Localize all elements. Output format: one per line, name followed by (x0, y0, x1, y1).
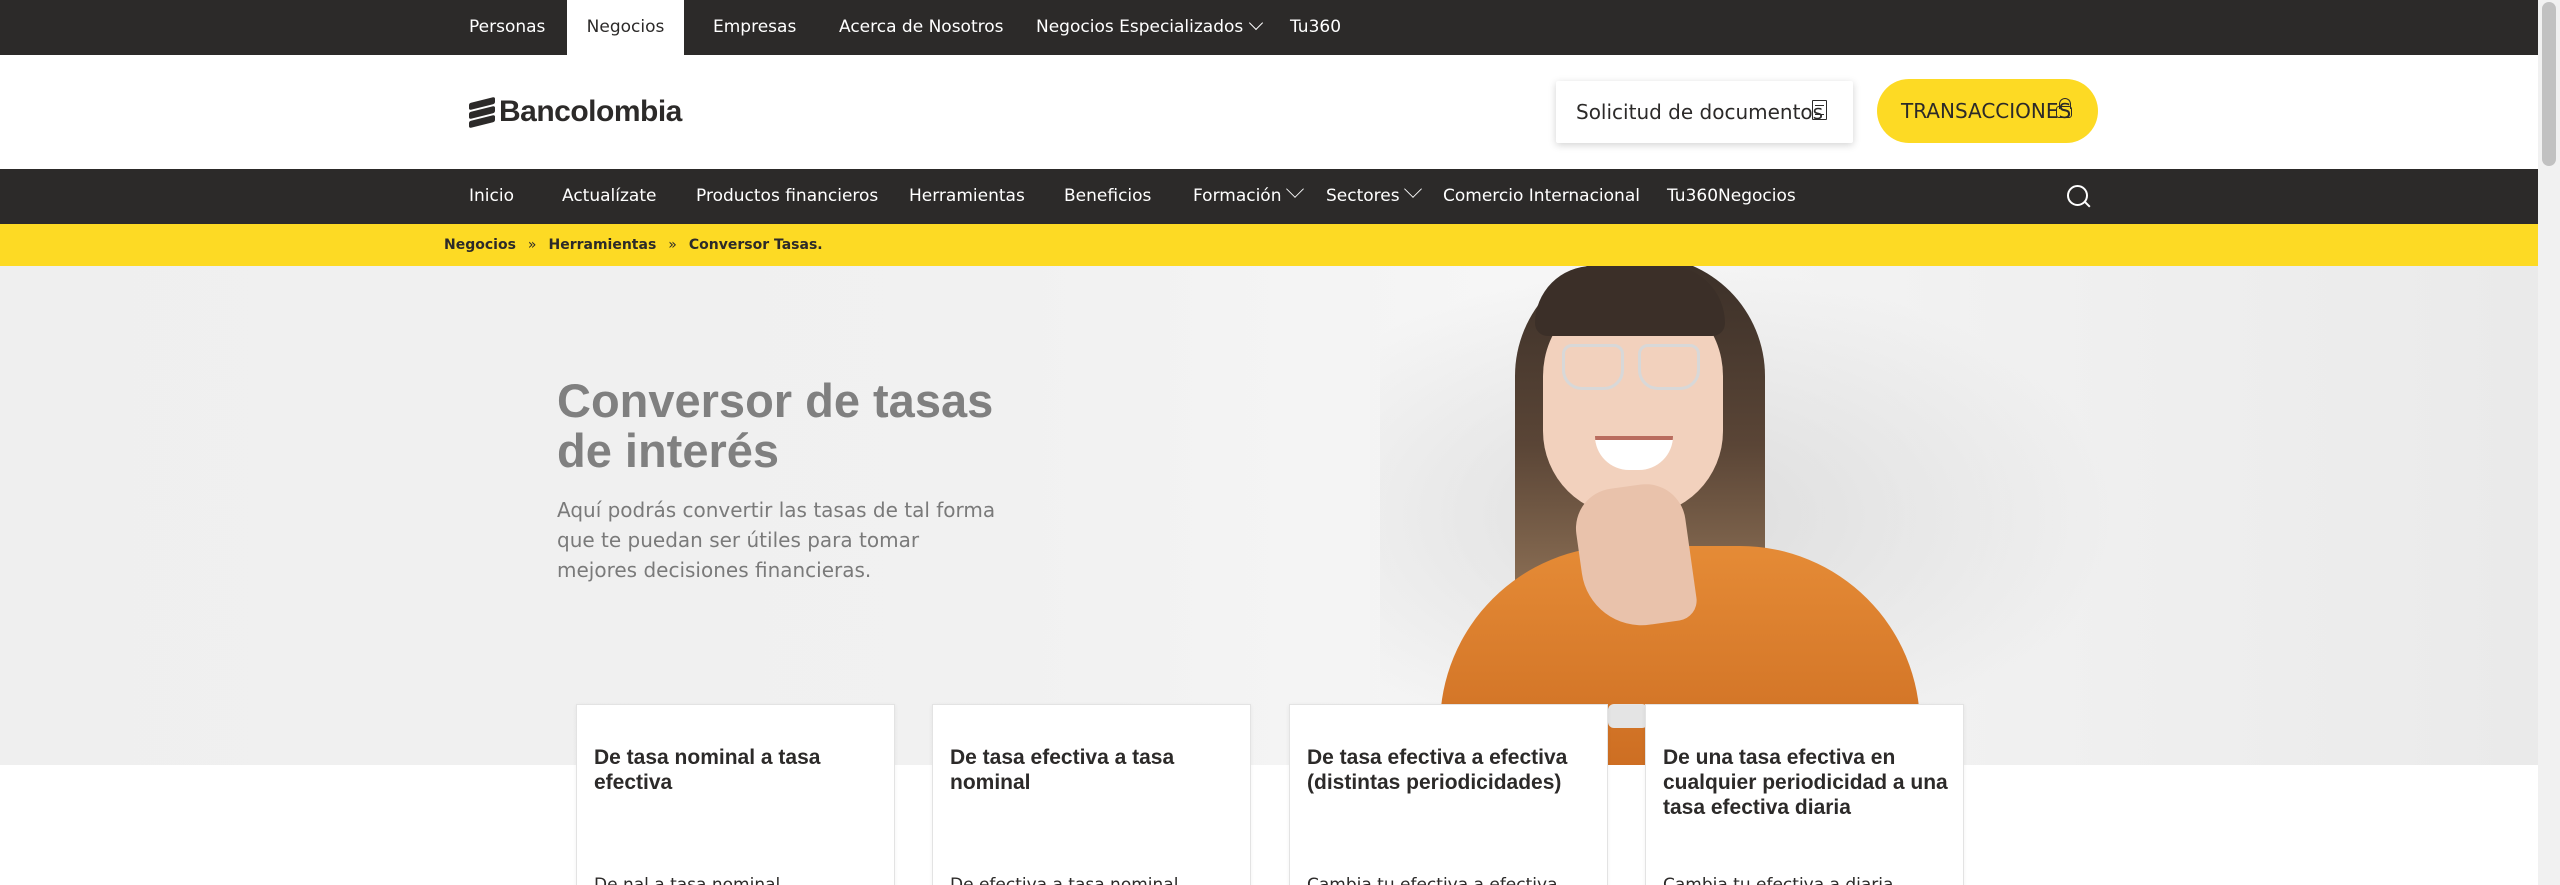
top-segment-bar: Personas Negocios Empresas Acerca de Nos… (0, 0, 2538, 55)
nav-actualizate[interactable]: Actualízate (562, 169, 656, 224)
page-subtitle: Aquí podrás convertir las tasas de tal f… (557, 498, 996, 582)
transactions-button[interactable]: TRANSACCIONES (1877, 79, 2098, 143)
segment-personas[interactable]: Personas (469, 0, 545, 55)
request-documents-label: Solicitud de documentos (1576, 100, 1824, 124)
card-description: De nal a tasa nominal (594, 875, 781, 885)
nav-productos-financieros[interactable]: Productos financieros (696, 169, 878, 224)
main-navigation: Inicio Actualízate Productos financieros… (0, 169, 2538, 224)
nav-sectores-label: Sectores (1326, 186, 1400, 206)
logo-text: Bancolombia (499, 95, 682, 128)
card-effective-to-daily[interactable]: De una tasa efectiva en cualquier period… (1645, 704, 1964, 885)
segment-acerca[interactable]: Acerca de Nosotros (839, 0, 1004, 55)
breadcrumb-bar: Negocios » Herramientas » Conversor Tasas. (0, 224, 2538, 266)
segment-negocios-especializados[interactable]: Negocios Especializados (1036, 0, 1264, 55)
card-title: De una tasa efectiva en cualquier period… (1663, 746, 1948, 819)
transactions-label: TRANSACCIONES (1901, 99, 2072, 123)
page-title: Conversor de tasas de interés (557, 374, 994, 477)
card-effective-to-nominal[interactable]: De tasa efectiva a tasa nominal De efect… (932, 704, 1251, 885)
breadcrumb-separator: » (668, 237, 677, 253)
segment-empresas[interactable]: Empresas (713, 0, 796, 55)
card-title: De tasa efectiva a efectiva (distintas p… (1307, 746, 1568, 794)
card-description: Cambia tu efectiva a efectiva (1307, 875, 1558, 885)
breadcrumb-current: Conversor Tasas. (688, 237, 823, 253)
document-icon (1812, 100, 1827, 120)
bancolombia-logo[interactable]: Bancolombia (469, 92, 682, 132)
chevron-down-icon (1403, 180, 1422, 198)
lock-icon (2056, 98, 2072, 118)
hero-photo-woman (1380, 266, 2120, 765)
nav-inicio[interactable]: Inicio (469, 169, 514, 224)
chevron-down-icon (1249, 15, 1264, 31)
card-effective-to-effective[interactable]: De tasa efectiva a efectiva (distintas p… (1289, 704, 1608, 885)
segment-negocios[interactable]: Negocios (567, 0, 684, 55)
nav-sectores[interactable]: Sectores (1326, 169, 1422, 224)
nav-comercio-internacional[interactable]: Comercio Internacional (1443, 169, 1640, 224)
nav-formacion[interactable]: Formación (1193, 169, 1304, 224)
segment-negocios-especializados-label: Negocios Especializados (1036, 17, 1244, 37)
nav-beneficios[interactable]: Beneficios (1064, 169, 1151, 224)
card-title: De tasa efectiva a tasa nominal (950, 746, 1175, 794)
hero-banner: Conversor de tasas de interés Aquí podrá… (0, 266, 2538, 765)
request-documents-button[interactable]: Solicitud de documentos (1556, 81, 1853, 143)
search-icon[interactable] (2066, 184, 2092, 210)
bancolombia-logo-mark-icon (469, 96, 495, 129)
site-header: Bancolombia Solicitud de documentos TRAN… (0, 55, 2538, 169)
nav-herramientas[interactable]: Herramientas (909, 169, 1025, 224)
segment-tu360[interactable]: Tu360 (1290, 0, 1341, 55)
nav-formacion-label: Formación (1193, 186, 1282, 206)
scrollbar-thumb[interactable] (2542, 2, 2556, 166)
breadcrumb-negocios[interactable]: Negocios (444, 237, 516, 253)
chevron-down-icon (1285, 180, 1304, 198)
card-nominal-to-effective[interactable]: De tasa nominal a tasa efectiva De nal a… (576, 704, 895, 885)
page-scrollbar[interactable] (2538, 0, 2560, 885)
nav-tu360negocios[interactable]: Tu360Negocios (1667, 169, 1796, 224)
card-title: De tasa nominal a tasa efectiva (594, 746, 821, 794)
breadcrumb: Negocios » Herramientas » Conversor Tasas. (444, 224, 823, 266)
card-description: Cambia tu efectiva a diaria (1663, 875, 1894, 885)
breadcrumb-separator: » (527, 237, 537, 253)
breadcrumb-herramientas[interactable]: Herramientas (548, 237, 656, 253)
card-description: De efectiva a tasa nominal (950, 875, 1179, 885)
